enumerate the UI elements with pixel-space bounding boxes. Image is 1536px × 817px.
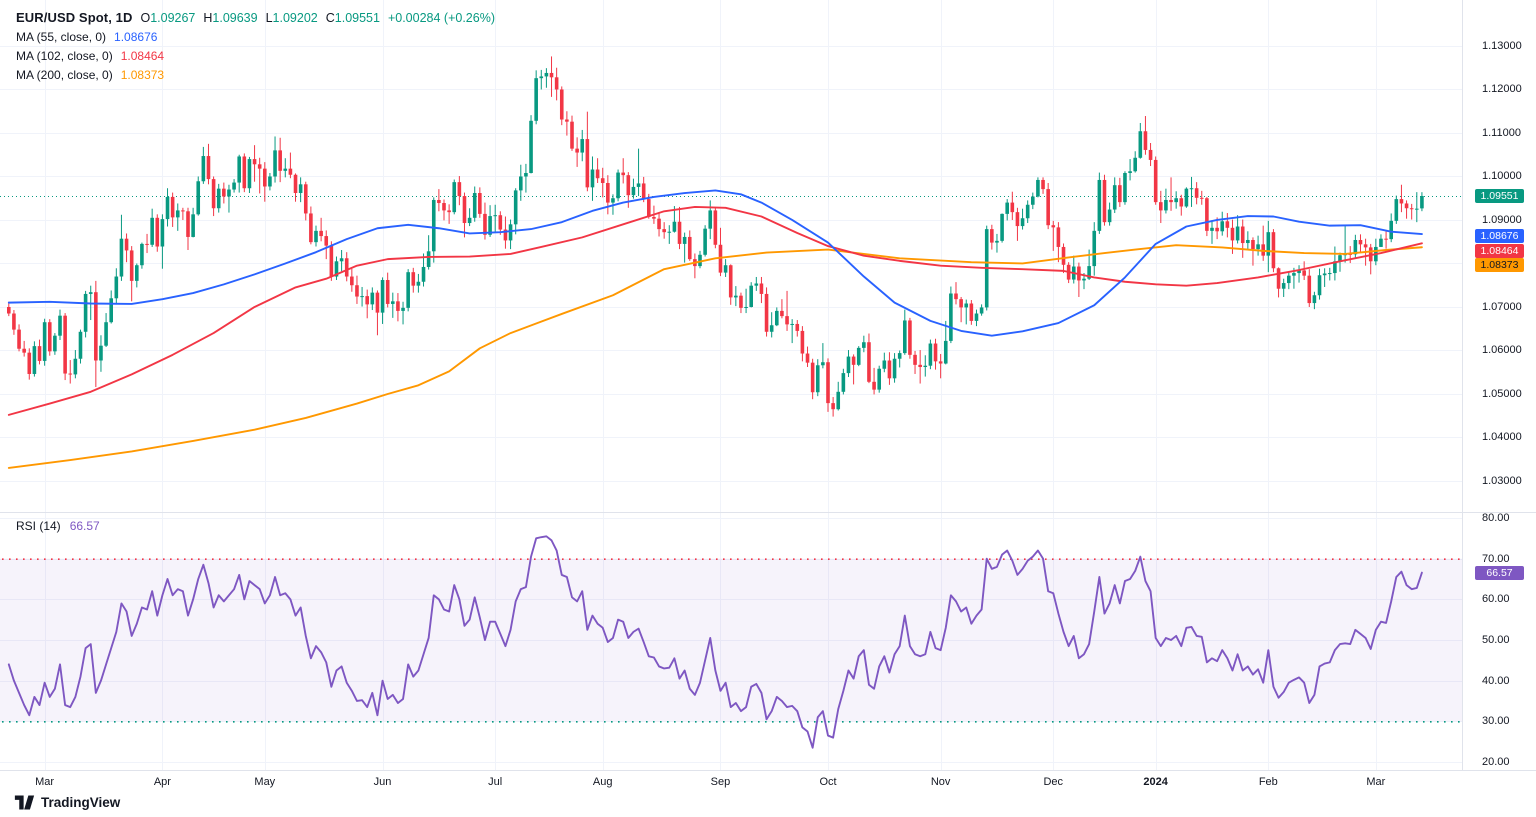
price-axis-label: 1.11000 <box>1482 126 1521 139</box>
price-axis-label: 1.08000 <box>1482 257 1522 270</box>
ma102-legend-row[interactable]: MA (102, close, 0) 1.08464 <box>16 48 495 63</box>
price-axis-label: 1.13000 <box>1482 39 1522 52</box>
quote-close: C1.09551 <box>325 10 380 25</box>
price-scale[interactable]: 1.13000 1.12000 1.11000 1.10000 1.09000 1.080… <box>1462 0 1536 770</box>
time-axis-label: Oct <box>819 776 837 788</box>
price-axis-label: 1.07000 <box>1482 300 1522 313</box>
time-axis-label: Jul <box>488 776 503 788</box>
time-axis-label: Apr <box>153 776 171 788</box>
price-axis-label: 1.03000 <box>1482 474 1522 487</box>
ma55-badge: 1.08676 <box>1475 229 1524 244</box>
time-axis-label: Aug <box>592 776 613 788</box>
time-axis-label: Jun <box>373 776 392 788</box>
rsi-axis-label: 60.00 <box>1482 593 1510 606</box>
ma55-legend-row[interactable]: MA (55, close, 0) 1.08676 <box>16 29 495 44</box>
rsi-axis-label: 20.00 <box>1482 755 1510 768</box>
time-axis-label: Nov <box>930 776 951 788</box>
ma200-legend-row[interactable]: MA (200, close, 0) 1.08373 <box>16 67 495 82</box>
quote-open: O1.09267 <box>140 10 196 25</box>
ma55-value: 1.08676 <box>114 29 158 44</box>
price-axis-label: 1.09000 <box>1482 213 1522 226</box>
ma200-value: 1.08373 <box>120 67 165 82</box>
time-axis-label: Mar <box>1366 776 1386 788</box>
rsi-axis-label: 80.00 <box>1482 512 1510 525</box>
price-axis-label: 1.06000 <box>1482 344 1522 357</box>
rsi-axis-label: 30.00 <box>1482 715 1510 728</box>
tradingview-logo-link[interactable]: TradingView <box>14 794 120 811</box>
ma200-badge: 1.08373 <box>1475 258 1524 273</box>
tradingview-logo-text: TradingView <box>41 795 121 810</box>
price-chart-canvas[interactable] <box>0 0 1536 817</box>
rsi-axis-label: 50.00 <box>1482 634 1510 646</box>
quote-high: H1.09639 <box>203 10 258 25</box>
last-price-badge: 1.09551 <box>1475 189 1524 203</box>
tradingview-logo-icon <box>14 795 35 810</box>
time-scale[interactable]: Mar Apr May Jun Jul Aug Sep Oct Nov Dec 2024 Feb Mar <box>0 770 1536 817</box>
time-axis-label: Feb <box>1258 776 1278 788</box>
price-axis-label: 1.12000 <box>1482 83 1522 96</box>
tradingview-chart-widget: EUR/USD Spot, 1D O1.09267 H1.09639 L1.09… <box>0 0 1536 817</box>
ma55-label: MA (55, close, 0) <box>16 29 107 44</box>
time-axis-label: Sep <box>710 776 731 788</box>
time-axis-label: 2024 <box>1143 776 1168 788</box>
chart-legend: EUR/USD Spot, 1D O1.09267 H1.09639 L1.09… <box>16 10 495 86</box>
ma102-label: MA (102, close, 0) <box>16 48 113 63</box>
rsi-legend-row[interactable]: RSI (14) 66.57 <box>16 519 100 533</box>
time-axis-label: Dec <box>1043 776 1064 788</box>
price-axis-label: 1.04000 <box>1482 431 1522 444</box>
rsi-value-badge: 66.57 <box>1475 565 1524 580</box>
rsi-label: RSI (14) <box>16 519 61 533</box>
price-axis-label: 1.05000 <box>1482 387 1522 400</box>
time-axis-label: May <box>254 776 276 788</box>
time-axis-label: Mar <box>35 776 55 788</box>
symbol-title: EUR/USD Spot, 1D <box>16 10 133 25</box>
symbol-legend-row[interactable]: EUR/USD Spot, 1D O1.09267 H1.09639 L1.09… <box>16 10 495 25</box>
rsi-axis-label: 40.00 <box>1482 674 1510 687</box>
price-axis-label: 1.10000 <box>1482 170 1522 183</box>
ma102-value: 1.08464 <box>120 48 165 63</box>
quote-low: L1.09202 <box>265 10 318 25</box>
rsi-axis-label: 70.00 <box>1482 552 1510 565</box>
price-change: +0.00284 (+0.26%) <box>387 10 495 25</box>
ma200-label: MA (200, close, 0) <box>16 67 113 82</box>
ma102-badge: 1.08464 <box>1475 243 1524 258</box>
rsi-value: 66.57 <box>69 519 100 533</box>
